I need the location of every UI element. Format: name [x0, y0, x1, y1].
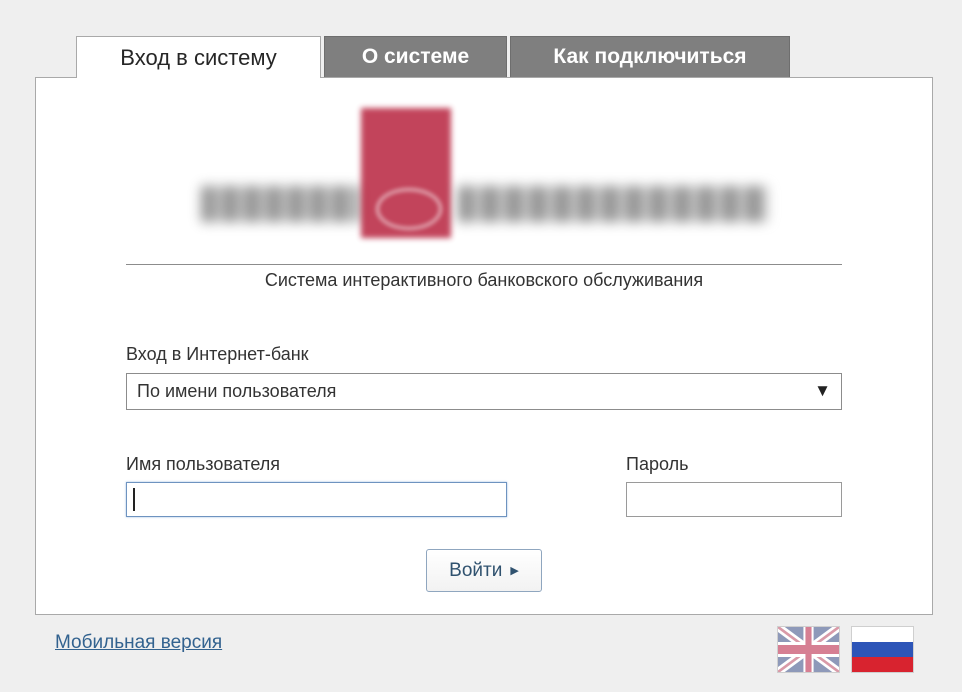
login-method-select[interactable]: По имени пользователя ▼	[126, 373, 842, 410]
tab-how-to-connect[interactable]: Как подключиться	[510, 36, 790, 77]
login-method-value: По имени пользователя	[137, 381, 337, 401]
divider	[126, 264, 842, 265]
username-input[interactable]	[126, 482, 507, 517]
login-button[interactable]: Войти ▶	[426, 549, 542, 592]
russia-flag-icon[interactable]	[851, 626, 914, 673]
chevron-down-icon: ▼	[814, 381, 831, 400]
logo-text-left	[201, 186, 361, 222]
login-panel: Система интерактивного банковского обслу…	[35, 77, 933, 615]
logo-text-right	[458, 186, 768, 222]
mobile-version-link[interactable]: Мобильная версия	[55, 632, 222, 654]
bank-logo	[196, 103, 776, 243]
system-subtitle: Система интерактивного банковского обслу…	[264, 270, 704, 290]
password-input[interactable]	[626, 482, 842, 517]
password-label: Пароль	[626, 454, 689, 474]
tab-about[interactable]: О системе	[324, 36, 507, 77]
uk-flag-icon[interactable]	[777, 626, 840, 673]
login-method-label: Вход в Интернет-банк	[126, 344, 309, 364]
tab-login[interactable]: Вход в систему	[76, 36, 321, 78]
login-button-label: Войти	[449, 559, 503, 581]
text-cursor	[133, 488, 135, 511]
logo-emblem-oval	[376, 188, 442, 230]
arrow-right-icon: ▶	[510, 565, 519, 577]
username-label: Имя пользователя	[126, 454, 281, 474]
